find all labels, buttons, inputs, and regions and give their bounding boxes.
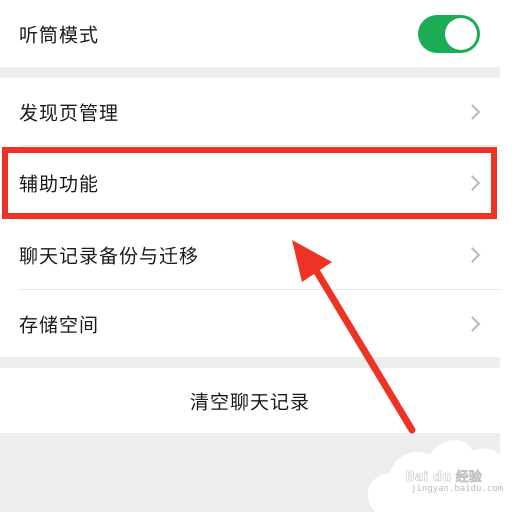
discover-management-label: 发现页管理 bbox=[19, 102, 120, 125]
settings-row-storage[interactable]: 存储空间 bbox=[0, 290, 500, 357]
page-margin bbox=[500, 0, 525, 512]
accessibility-label: 辅助功能 bbox=[19, 173, 100, 196]
settings-screen: 听筒模式 发现页管理 辅助功能 聊天记录备份与迁移 存储空间 清空聊天记录 bbox=[0, 0, 500, 512]
storage-label: 存储空间 bbox=[19, 314, 100, 336]
clear-chat-history-button[interactable]: 清空聊天记录 bbox=[0, 368, 500, 433]
clear-chat-history-label: 清空聊天记录 bbox=[189, 391, 310, 413]
chevron-right-icon bbox=[464, 247, 481, 263]
settings-row-chat-backup[interactable]: 聊天记录备份与迁移 bbox=[0, 220, 500, 290]
settings-row-receiver-mode: 听筒模式 bbox=[0, 0, 500, 67]
settings-row-accessibility[interactable]: 辅助功能 bbox=[0, 146, 500, 220]
settings-row-discover-management[interactable]: 发现页管理 bbox=[0, 78, 500, 146]
chevron-right-icon bbox=[464, 104, 481, 120]
chevron-right-icon bbox=[464, 315, 481, 332]
chat-backup-label: 聊天记录备份与迁移 bbox=[19, 245, 200, 268]
toggle-knob bbox=[445, 18, 477, 50]
receiver-mode-label: 听筒模式 bbox=[19, 24, 100, 46]
receiver-mode-toggle[interactable] bbox=[418, 15, 480, 53]
chevron-right-icon bbox=[464, 175, 481, 191]
